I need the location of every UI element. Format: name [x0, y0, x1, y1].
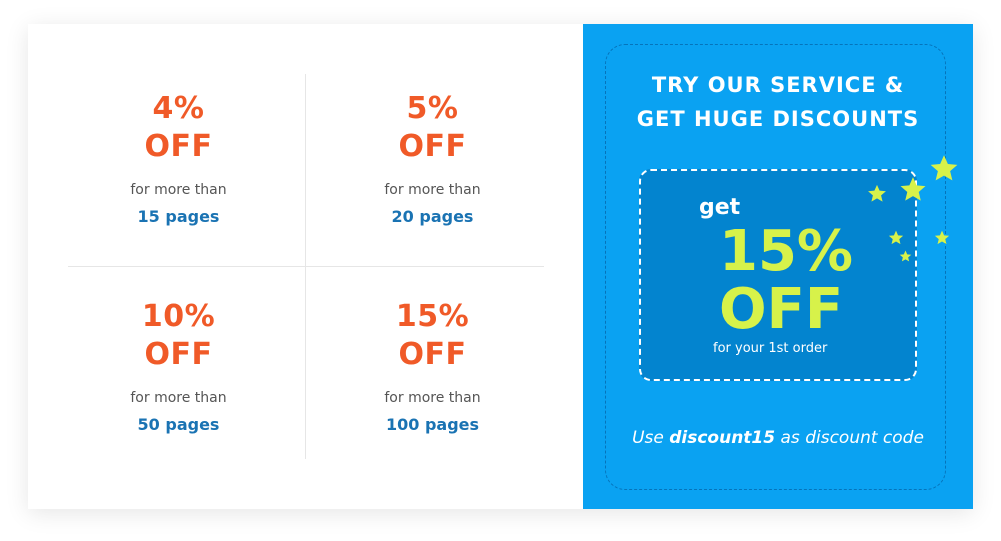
offer-pages: 20 pages [391, 207, 474, 226]
offer-percent: 15% [395, 299, 470, 334]
offers-grid: 4% OFF for more than 15 pages 5% OFF for… [28, 24, 583, 509]
discount-card: 4% OFF for more than 15 pages 5% OFF for… [28, 24, 973, 509]
promo-title: TRY OUR SERVICE & GET HUGE DISCOUNTS [583, 68, 973, 136]
offer-description: for more than [130, 182, 227, 198]
star-icon [900, 177, 926, 201]
star-icon [899, 250, 912, 262]
offer-cell-5: 5% OFF for more than 20 pages [294, 90, 571, 228]
offer-description: for more than [130, 390, 227, 406]
offer-pages: 15 pages [137, 207, 220, 226]
code-prefix: Use [632, 428, 664, 448]
star-icon [930, 155, 958, 181]
offer-off-label: OFF [398, 337, 467, 372]
offer-percent: 5% [406, 91, 459, 126]
promo-title-line-2: GET HUGE DISCOUNTS [636, 107, 920, 131]
grid-divider-horizontal [68, 266, 544, 267]
star-icon [888, 230, 904, 245]
star-icon [934, 230, 950, 245]
offer-description: for more than [384, 182, 481, 198]
offer-off-label: OFF [144, 337, 213, 372]
star-icon [868, 184, 886, 202]
offer-cell-10: 10% OFF for more than 50 pages [40, 298, 317, 436]
offer-off-label: OFF [144, 129, 213, 164]
code-suffix: as discount code [780, 428, 924, 448]
offer-percent: 4% [152, 91, 205, 126]
offer-pages: 50 pages [137, 415, 220, 434]
offer-pages: 100 pages [385, 415, 480, 434]
coupon-off-label: OFF [719, 277, 844, 342]
coupon-discount-percent: 15% [719, 219, 854, 284]
promo-title-line-1: TRY OUR SERVICE & [651, 73, 905, 97]
coupon-discount: 15% OFF [719, 223, 853, 339]
discount-code[interactable]: discount15 [669, 428, 775, 448]
offer-off-label: OFF [398, 129, 467, 164]
offer-cell-15: 15% OFF for more than 100 pages [294, 298, 571, 436]
discount-code-line: Use discount15 as discount code [583, 428, 973, 448]
offer-percent: 10% [141, 299, 216, 334]
promo-panel: TRY OUR SERVICE & GET HUGE DISCOUNTS get… [583, 24, 973, 509]
offer-description: for more than [384, 390, 481, 406]
coupon-get-label: get [699, 195, 741, 220]
coupon-note: for your 1st order [713, 341, 828, 356]
offer-cell-4: 4% OFF for more than 15 pages [40, 90, 317, 228]
